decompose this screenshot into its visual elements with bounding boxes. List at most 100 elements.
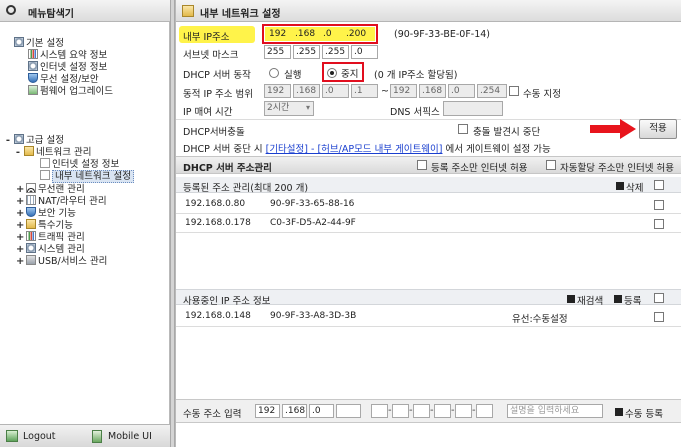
subnet-octet-3[interactable]: .255: [322, 45, 349, 59]
inuse-mac: 90-9F-33-A8-3D-3B: [270, 311, 357, 321]
range-end-octet-1[interactable]: 192: [390, 84, 417, 98]
content-pane: 내부 네트워크 설정 내부 IP주소 192 .168 .0 .200 (90-…: [175, 0, 681, 447]
allow-registered-checkbox[interactable]: [417, 160, 427, 170]
left-footer: Logout Mobile UI: [0, 424, 170, 447]
tree-item-internal-network[interactable]: 내부 네트워크 설정: [40, 170, 134, 183]
rescan-icon[interactable]: [567, 295, 575, 303]
registered-mac: C0-3F-D5-A2-44-9F: [270, 218, 356, 228]
mobile-icon[interactable]: [92, 430, 102, 443]
lease-time-select[interactable]: 2시간 ▾: [264, 101, 314, 116]
collapse-icon[interactable]: -: [4, 135, 12, 147]
tree-item-system-summary[interactable]: 시스템 요약 정보: [28, 49, 107, 61]
range-end-octet-2[interactable]: .168: [419, 84, 446, 98]
select-all-inuse-checkbox[interactable]: [654, 293, 664, 303]
table-row[interactable]: 192.168.0.178 C0-3F-D5-A2-44-9F: [176, 215, 681, 232]
tree-group-advanced[interactable]: - 고급 설정: [4, 134, 64, 146]
manual-ip-octet-3[interactable]: .0: [309, 404, 334, 418]
shield-icon: [28, 73, 38, 83]
manual-mac-3[interactable]: [413, 404, 430, 418]
row-divider: [176, 213, 681, 214]
register-button[interactable]: 등록: [624, 293, 641, 307]
addr-mgmt-title: DHCP 서버 주소관리: [183, 163, 272, 174]
tree-item-system[interactable]: + 시스템 관리: [16, 243, 85, 255]
manual-assign-checkbox[interactable]: [509, 86, 519, 96]
subnet-octet-4[interactable]: .0: [351, 45, 378, 59]
inuse-ip: 192.168.0.148: [185, 311, 251, 321]
table-row[interactable]: 192.168.0.80 90-9F-33-65-88-16: [176, 196, 681, 213]
traffic-chart-icon: [26, 231, 36, 241]
manual-ip-octet-4[interactable]: [336, 404, 361, 418]
range-start-octet-1[interactable]: 192: [264, 84, 291, 98]
subnet-octet-2[interactable]: .255: [293, 45, 320, 59]
row-checkbox[interactable]: [654, 219, 664, 229]
dhcp-stop-radio[interactable]: [327, 68, 337, 78]
row-checkbox[interactable]: [654, 312, 664, 322]
manual-ip-octet-2[interactable]: .168: [282, 404, 307, 418]
apply-button[interactable]: 적용: [639, 119, 677, 139]
delete-icon[interactable]: [616, 182, 624, 190]
tree-group-network[interactable]: - 네트워크 관리: [14, 146, 91, 158]
rescan-button[interactable]: 재검색: [577, 293, 603, 307]
tree-item-special[interactable]: + 특수기능: [16, 219, 73, 231]
plus-icon[interactable]: [615, 408, 623, 416]
subnet-octet-1[interactable]: 255: [264, 45, 291, 59]
range-start-octet-3[interactable]: .0: [322, 84, 349, 98]
inuse-title: 사용중인 IP 주소 정보: [183, 296, 271, 307]
tree-group-basic[interactable]: 기본 설정: [14, 37, 64, 49]
allow-auto-label: 자동할당 주소만 인터넷 허용: [560, 163, 674, 174]
range-end-octet-4[interactable]: .254: [477, 84, 507, 98]
row-divider: [176, 232, 681, 233]
manual-input-bar: 수동 주소 입력 192 .168 .0 - - - - - 설명을 입력하세요…: [176, 399, 681, 423]
dhcp-stop-label: 중지: [341, 69, 359, 80]
tree-item-wireless-security[interactable]: 무선 설정/보안: [28, 73, 99, 85]
dns-suffix-input[interactable]: [443, 101, 503, 116]
tree-item-traffic[interactable]: + 트래픽 관리: [16, 231, 85, 243]
router-icon: [26, 195, 36, 205]
tree-item-nat-router[interactable]: + NAT/라우터 관리: [16, 195, 107, 207]
dns-suffix-label: DNS 서픽스: [390, 107, 440, 118]
dhcp-notice: DHCP 서버 중단 시 [기타설정] - [허브/AP모드 내부 게이트웨이]…: [183, 144, 551, 155]
mobile-ui-link[interactable]: Mobile UI: [108, 431, 152, 442]
description-input[interactable]: 설명을 입력하세요: [507, 404, 603, 418]
logout-link[interactable]: Logout: [23, 431, 56, 442]
expand-icon[interactable]: +: [16, 256, 24, 268]
tree-item-usb-service[interactable]: + USB/서비스 관리: [16, 255, 107, 267]
manual-assign-label: 수동 지정: [523, 89, 561, 100]
manual-mac-1[interactable]: [371, 404, 388, 418]
manual-register-button[interactable]: 수동 등록: [625, 406, 663, 420]
internal-ip-octet-3[interactable]: .0: [323, 29, 332, 39]
range-start-octet-2[interactable]: .168: [293, 84, 320, 98]
range-start-octet-4[interactable]: .1: [351, 84, 378, 98]
collapse-icon[interactable]: -: [14, 147, 22, 159]
internal-ip-octet-2[interactable]: .168: [295, 29, 315, 39]
manual-mac-6[interactable]: [476, 404, 493, 418]
gateway-settings-link[interactable]: [기타설정] - [허브/AP모드 내부 게이트웨이]: [266, 144, 443, 155]
select-all-registered-checkbox[interactable]: [654, 180, 664, 190]
registered-title: 등록된 주소 관리(최대 200 개): [183, 183, 309, 194]
range-end-octet-3[interactable]: .0: [448, 84, 475, 98]
manual-ip-octet-1[interactable]: 192: [255, 404, 280, 418]
tree-item-firmware-upgrade[interactable]: 펌웨어 업그레이드: [28, 85, 113, 97]
dhcp-run-radio[interactable]: [269, 68, 279, 78]
plus-icon[interactable]: [614, 295, 622, 303]
content-header: 내부 네트워크 설정: [176, 0, 681, 22]
manual-mac-2[interactable]: [392, 404, 409, 418]
shield-icon: [26, 207, 36, 217]
conflict-stop-checkbox[interactable]: [458, 124, 468, 134]
allow-auto-checkbox[interactable]: [546, 160, 556, 170]
logout-icon[interactable]: [6, 430, 18, 442]
tree-item-security[interactable]: + 보안 기능: [16, 207, 76, 219]
internal-ip-label: 내부 IP주소: [183, 32, 230, 43]
dhcp-assigned-count: (0 개 IP주소 할당됨): [374, 70, 458, 81]
tree-item-wlan[interactable]: + 무선랜 관리: [16, 183, 85, 195]
internal-ip-octet-4[interactable]: .200: [346, 29, 366, 39]
internal-ip-octet-1[interactable]: 192: [269, 29, 286, 39]
tree-item-internet-info[interactable]: 인터넷 설정 정보: [28, 61, 107, 73]
manual-mac-5[interactable]: [455, 404, 472, 418]
tree-item-internet-settings[interactable]: 인터넷 설정 정보: [40, 158, 119, 170]
registered-ip: 192.168.0.178: [185, 218, 251, 228]
row-checkbox[interactable]: [654, 200, 664, 210]
manual-mac-4[interactable]: [434, 404, 451, 418]
table-row[interactable]: 192.168.0.148 90-9F-33-A8-3D-3B 유선:수동설정: [176, 308, 681, 325]
delete-label[interactable]: 삭제: [626, 180, 643, 194]
